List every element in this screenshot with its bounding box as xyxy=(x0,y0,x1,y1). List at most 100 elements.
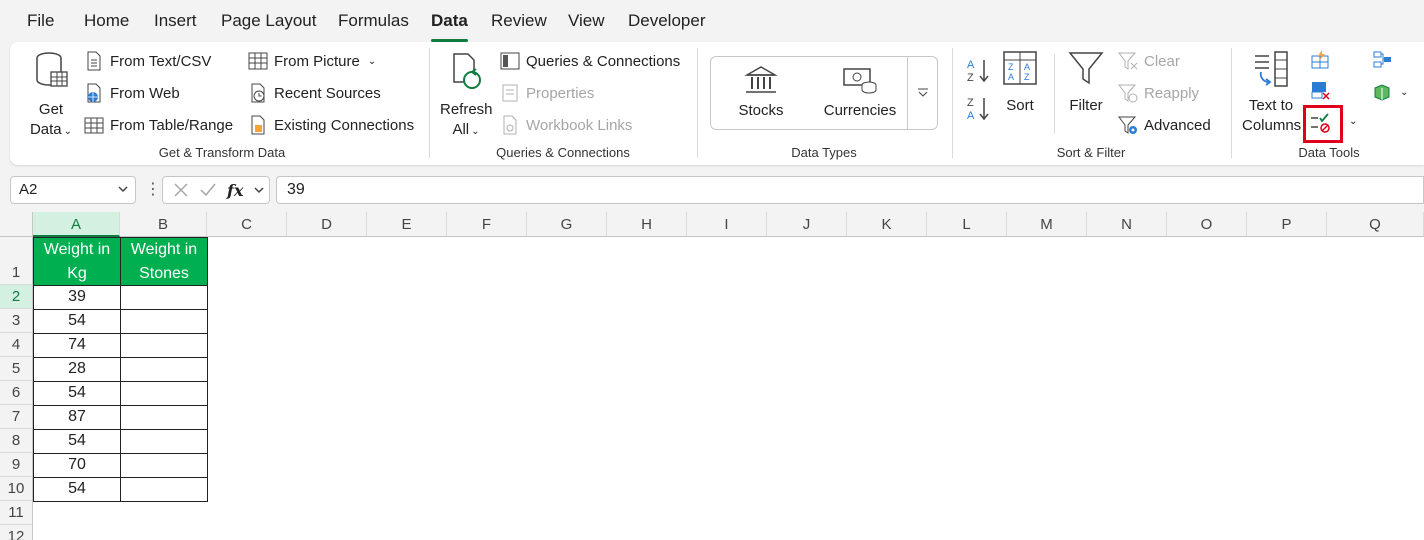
sort-button[interactable]: Z A A Z Sort xyxy=(1000,50,1040,116)
reapply-button[interactable]: Reapply xyxy=(1118,83,1199,103)
sort-ascending-button[interactable]: A Z xyxy=(965,56,991,86)
cell-a5[interactable]: 28 xyxy=(33,357,121,382)
row-header-4[interactable]: 4 xyxy=(0,333,33,357)
column-header-o[interactable]: O xyxy=(1167,212,1247,237)
cancel-icon[interactable] xyxy=(173,182,189,198)
column-header-g[interactable]: G xyxy=(527,212,607,237)
data-validation-dropdown[interactable]: ⌄ xyxy=(1347,116,1357,127)
row-header-3[interactable]: 3 xyxy=(0,309,33,333)
chevron-down-icon: ⌄ xyxy=(367,55,377,67)
cell-a10[interactable]: 54 xyxy=(33,477,121,502)
cell-b6[interactable] xyxy=(120,381,208,406)
insert-function-button[interactable]: fx xyxy=(227,181,243,200)
tab-developer[interactable]: Developer xyxy=(628,11,706,31)
column-header-e[interactable]: E xyxy=(367,212,447,237)
cell-a4[interactable]: 74 xyxy=(33,333,121,358)
cell-b7[interactable] xyxy=(120,405,208,430)
currencies-button[interactable]: Currencies xyxy=(823,65,897,121)
enter-check-icon[interactable] xyxy=(199,182,217,198)
column-header-q[interactable]: Q xyxy=(1327,212,1424,237)
column-header-k[interactable]: K xyxy=(847,212,927,237)
cell-b9[interactable] xyxy=(120,453,208,478)
column-header-i[interactable]: I xyxy=(687,212,767,237)
header-cell-a1[interactable]: Weight in Kg xyxy=(33,237,121,286)
column-header-l[interactable]: L xyxy=(927,212,1007,237)
cell-b3[interactable] xyxy=(120,309,208,334)
text-to-columns-button[interactable]: Text to Columns xyxy=(1242,50,1301,136)
sort-descending-button[interactable]: Z A xyxy=(965,94,991,124)
data-model-button[interactable]: ⌄ xyxy=(1372,82,1408,102)
cell-a8[interactable]: 54 xyxy=(33,429,121,454)
properties-button[interactable]: Properties xyxy=(500,83,594,103)
from-table-range-button[interactable]: From Table/Range xyxy=(84,115,233,135)
column-header-a[interactable]: A xyxy=(33,212,120,237)
tab-data[interactable]: Data xyxy=(431,11,468,42)
cell-a3[interactable]: 54 xyxy=(33,309,121,334)
column-header-b[interactable]: B xyxy=(120,212,207,237)
column-header-m[interactable]: M xyxy=(1007,212,1087,237)
workbook-links-button[interactable]: Workbook Links xyxy=(500,115,632,135)
cell-b2[interactable] xyxy=(120,285,208,310)
row-header-5[interactable]: 5 xyxy=(0,357,33,381)
row-header-8[interactable]: 8 xyxy=(0,429,33,453)
tab-file[interactable]: File xyxy=(27,11,54,31)
refresh-all-button[interactable]: Refresh All ⌄ xyxy=(440,50,493,142)
row-header-11[interactable]: 11 xyxy=(0,501,33,525)
stocks-label: Stocks xyxy=(738,102,784,119)
row-header-12[interactable]: 12 xyxy=(0,525,33,540)
tab-insert[interactable]: Insert xyxy=(154,11,197,31)
row-header-7[interactable]: 7 xyxy=(0,405,33,429)
data-types-more-button[interactable] xyxy=(907,57,937,129)
header-cell-b1[interactable]: Weight in Stones xyxy=(120,237,208,286)
queries-connections-button[interactable]: Queries & Connections xyxy=(500,51,680,71)
tab-home[interactable]: Home xyxy=(84,11,129,31)
get-data-button[interactable]: Get Data ⌄ xyxy=(28,50,74,142)
from-web-button[interactable]: From Web xyxy=(84,83,180,103)
existing-connections-button[interactable]: Existing Connections xyxy=(248,115,414,135)
worksheet-grid[interactable]: A B C D E F G H I J K L M N O P Q 1 2 3 … xyxy=(0,212,1424,540)
column-header-f[interactable]: F xyxy=(447,212,527,237)
formula-input[interactable]: 39 xyxy=(276,176,1424,204)
from-picture-button[interactable]: From Picture ⌄ xyxy=(248,51,376,71)
stocks-button[interactable]: Stocks xyxy=(735,65,787,121)
advanced-filter-button[interactable]: Advanced xyxy=(1118,115,1211,135)
row-header-9[interactable]: 9 xyxy=(0,453,33,477)
formula-bar-grip[interactable]: ⋮ xyxy=(145,179,161,199)
chevron-down-icon[interactable] xyxy=(253,184,265,196)
tab-review[interactable]: Review xyxy=(491,11,547,31)
cell-a7[interactable]: 87 xyxy=(33,405,121,430)
cell-b5[interactable] xyxy=(120,357,208,382)
tab-formulas[interactable]: Formulas xyxy=(338,11,409,31)
column-header-n[interactable]: N xyxy=(1087,212,1167,237)
recent-sources-button[interactable]: Recent Sources xyxy=(248,83,381,103)
cell-a2[interactable]: 39 xyxy=(33,285,121,310)
select-all-button[interactable] xyxy=(0,212,33,237)
consolidate-button[interactable] xyxy=(1372,50,1392,70)
column-header-p[interactable]: P xyxy=(1247,212,1327,237)
cell-b10[interactable] xyxy=(120,477,208,502)
tab-page-layout[interactable]: Page Layout xyxy=(221,11,316,31)
cell-b8[interactable] xyxy=(120,429,208,454)
remove-duplicates-button[interactable] xyxy=(1310,80,1330,100)
row-header-1[interactable]: 1 xyxy=(0,237,33,285)
flash-fill-button[interactable] xyxy=(1310,50,1330,70)
name-box[interactable]: A2 xyxy=(10,176,136,204)
cell-a6[interactable]: 54 xyxy=(33,381,121,406)
column-header-c[interactable]: C xyxy=(207,212,287,237)
from-text-csv-button[interactable]: From Text/CSV xyxy=(84,51,211,71)
cell-b4[interactable] xyxy=(120,333,208,358)
filter-button[interactable]: Filter xyxy=(1066,50,1106,116)
row-header-10[interactable]: 10 xyxy=(0,477,33,501)
column-header-j[interactable]: J xyxy=(767,212,847,237)
tab-view[interactable]: View xyxy=(568,11,605,31)
from-picture-label: From Picture xyxy=(274,52,360,70)
currency-icon xyxy=(843,68,877,94)
text-to-columns-icon xyxy=(1255,51,1288,87)
get-transform-group-label: Get & Transform Data xyxy=(158,145,286,160)
clear-filter-button[interactable]: Clear xyxy=(1118,51,1180,71)
cell-a9[interactable]: 70 xyxy=(33,453,121,478)
row-header-2[interactable]: 2 xyxy=(0,285,33,309)
row-header-6[interactable]: 6 xyxy=(0,381,33,405)
column-header-d[interactable]: D xyxy=(287,212,367,237)
column-header-h[interactable]: H xyxy=(607,212,687,237)
